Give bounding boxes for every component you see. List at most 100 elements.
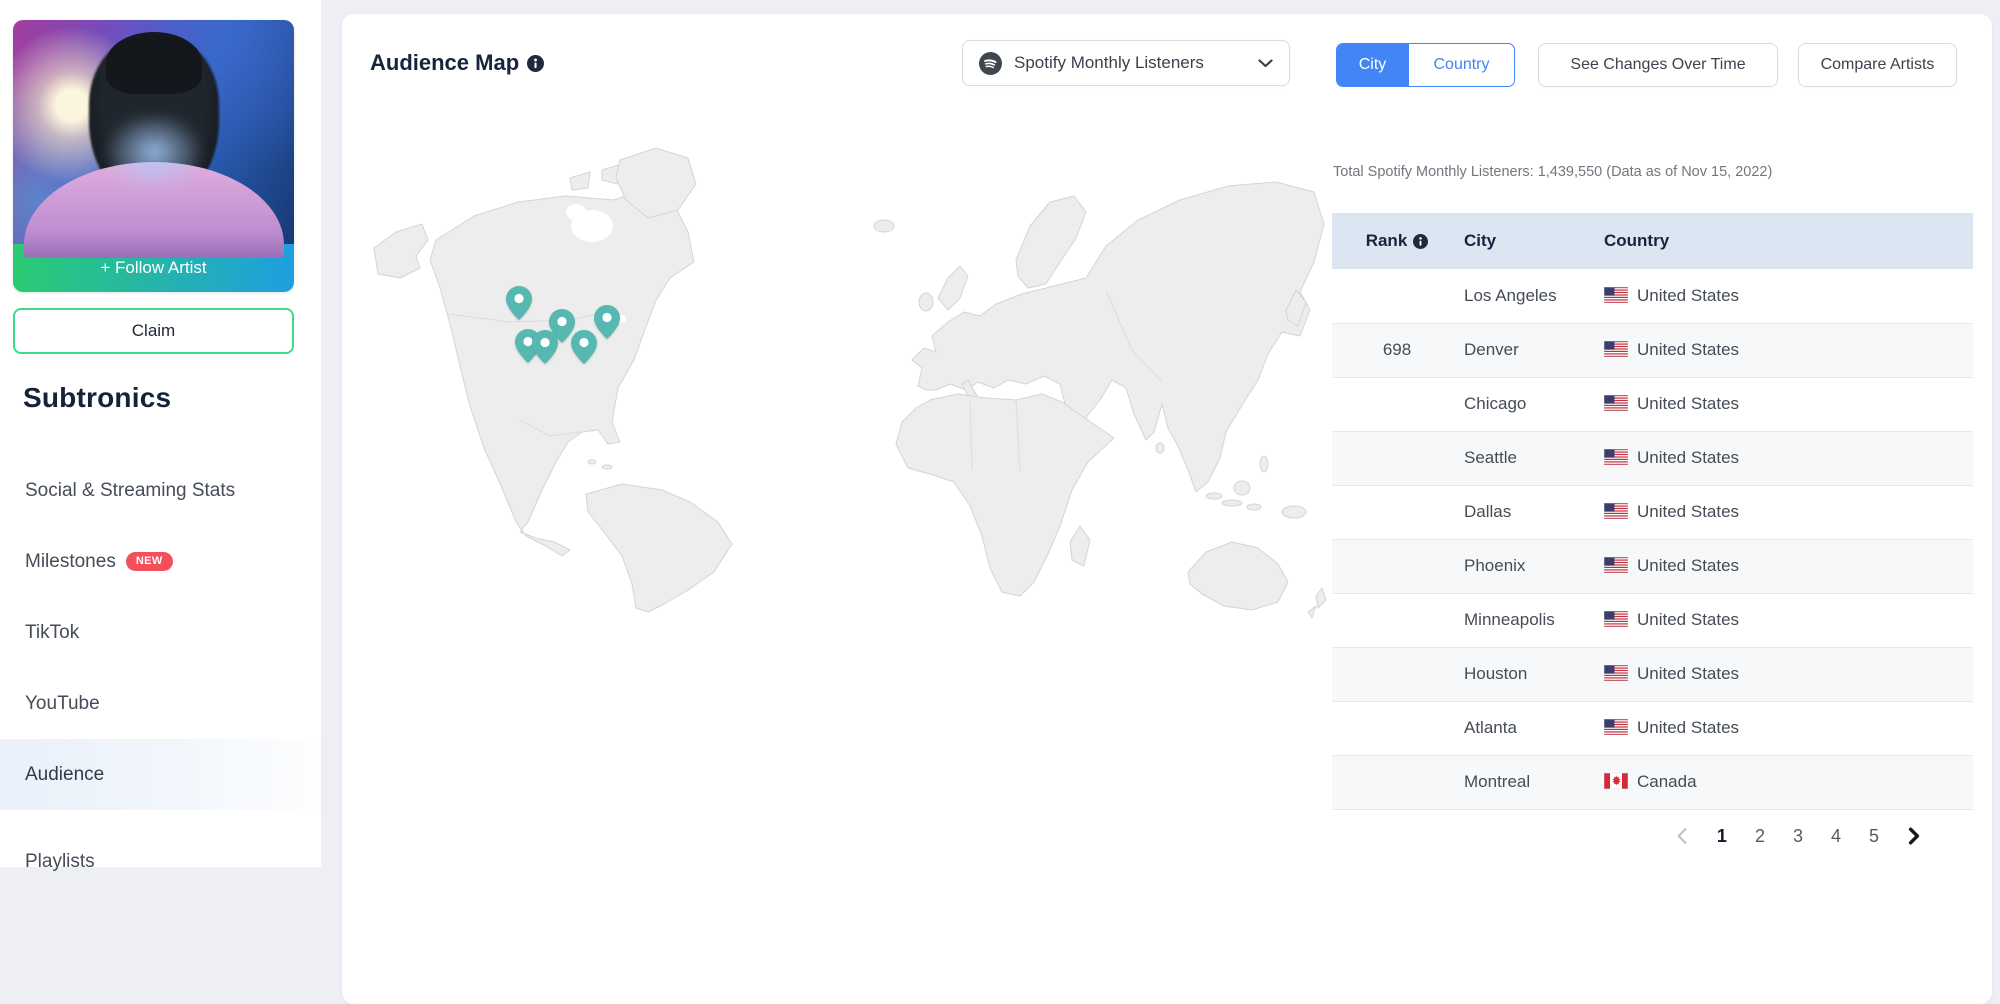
map-pin-icon[interactable] [571,330,597,364]
table-row[interactable]: Houston United States [1332,647,1973,702]
sidebar-item-label: Playlists [25,850,95,872]
table-row[interactable]: Minneapolis United States [1332,593,1973,648]
sidebar-item-youtube[interactable]: YouTube [0,668,321,739]
country-cell: United States [1602,485,1973,540]
country-flag-icon [1604,557,1628,573]
pagination-page-1[interactable]: 1 [1717,826,1727,847]
country-flag-icon [1604,773,1628,789]
artist-photo-card: + Follow Artist [13,20,294,292]
sidebar-item-label: TikTok [25,621,80,643]
country-flag-icon [1604,611,1628,627]
column-header-country: Country [1602,213,1973,269]
artist-photo-smoke [98,116,209,196]
toggle-city[interactable]: City [1337,44,1408,86]
map-pin-icon[interactable] [532,330,558,364]
country-cell: United States [1602,377,1973,432]
country-cell: United States [1602,701,1973,756]
city-cell: Houston [1462,647,1602,702]
country-cell: United States [1602,269,1973,324]
rank-cell [1332,431,1462,486]
city-cell: Chicago [1462,377,1602,432]
city-cell: Seattle [1462,431,1602,486]
sidebar-item-milestones[interactable]: Milestones NEW [0,526,321,597]
country-flag-icon [1604,286,1628,303]
pagination-page-4[interactable]: 4 [1831,826,1841,847]
table-row[interactable]: Chicago United States [1332,377,1973,432]
map-pin-icon[interactable] [594,305,620,339]
pagination: 1 2 3 4 5 [1332,810,1973,847]
country-flag-icon [1604,395,1628,411]
sidebar-item-tiktok[interactable]: TikTok [0,597,321,668]
rank-cell [1332,377,1462,432]
sidebar-item-label: Milestones [25,550,116,572]
country-flag-icon [1604,719,1628,735]
map-pin-icon[interactable] [506,286,532,320]
artist-name: Subtronics [23,382,172,413]
audience-map [370,140,1330,620]
chevron-down-icon [1258,58,1273,68]
rank-header-label: Rank [1365,231,1408,250]
metric-dropdown-label: Spotify Monthly Listeners [1014,53,1204,72]
pagination-page-3[interactable]: 3 [1793,826,1803,847]
total-listeners-line: Total Spotify Monthly Listeners: 1,439,5… [1333,164,1773,180]
rank-cell [1332,647,1462,702]
artist-photo [13,20,294,258]
new-badge: NEW [125,552,173,571]
city-cell: Phoenix [1462,539,1602,594]
toggle-country[interactable]: Country [1408,44,1514,86]
city-cell: Denver [1462,323,1602,378]
artist-photo-beanie [105,32,202,94]
country-cell: United States [1602,539,1973,594]
city-cell: Montreal [1462,755,1602,810]
rank-cell [1332,755,1462,810]
page-title: Audience Map [370,50,520,75]
table-row[interactable]: Los Angeles United States [1332,269,1973,324]
column-header-city: City [1462,213,1602,269]
country-cell: Canada [1602,755,1973,810]
rank-info-icon[interactable] [1413,233,1429,249]
country-cell: United States [1602,323,1973,378]
rank-cell [1332,701,1462,756]
table-row[interactable]: Seattle United States [1332,431,1973,486]
audience-map-card: Audience Map Spotify Monthly Listeners C… [342,14,1992,1004]
city-cell: Los Angeles [1462,269,1602,324]
claim-button[interactable]: Claim [13,308,294,354]
city-cell: Atlanta [1462,701,1602,756]
country-flag-icon [1604,665,1628,681]
artist-sidebar: + Follow Artist Claim Subtronics Social … [0,0,321,872]
city-country-toggle: City Country [1336,43,1515,87]
sidebar-item-label: Audience [25,763,105,785]
city-cell: Dallas [1462,485,1602,540]
spotify-icon [979,51,1002,75]
sidebar-item-social-streaming-stats[interactable]: Social & Streaming Stats [0,455,321,526]
column-header-rank: Rank [1332,213,1462,269]
country-flag-icon [1604,503,1628,519]
pagination-page-5[interactable]: 5 [1869,826,1879,847]
info-icon[interactable] [527,54,545,72]
country-cell: United States [1602,593,1973,648]
rank-cell [1332,593,1462,648]
rank-cell [1332,485,1462,540]
sidebar-item-audience[interactable]: Audience [0,739,321,810]
rank-cell [1332,539,1462,594]
see-changes-over-time-button[interactable]: See Changes Over Time [1538,43,1778,87]
metric-dropdown[interactable]: Spotify Monthly Listeners [962,40,1290,86]
table-row[interactable]: Dallas United States [1332,485,1973,540]
sidebar-nav: Social & Streaming Stats Milestones NEW … [0,455,321,897]
table-row[interactable]: Montreal Canada [1332,755,1973,810]
country-cell: United States [1602,431,1973,486]
table-row[interactable]: Atlanta United States [1332,701,1973,756]
country-flag-icon [1604,341,1628,357]
listeners-table: Rank City Country Los Angeles United Sta… [1332,213,1973,810]
pagination-page-2[interactable]: 2 [1755,826,1765,847]
sidebar-item-playlists[interactable]: Playlists [0,826,321,897]
sidebar-item-label: Social & Streaming Stats [25,479,236,501]
table-row[interactable]: 698 Denver United States [1332,323,1973,378]
rank-cell [1332,269,1462,324]
country-cell: United States [1602,647,1973,702]
pagination-prev-icon[interactable] [1675,827,1689,845]
table-row[interactable]: Phoenix United States [1332,539,1973,594]
compare-artists-button[interactable]: Compare Artists [1798,43,1957,87]
pagination-next-icon[interactable] [1907,827,1921,845]
card-title: Audience Map [370,50,545,76]
